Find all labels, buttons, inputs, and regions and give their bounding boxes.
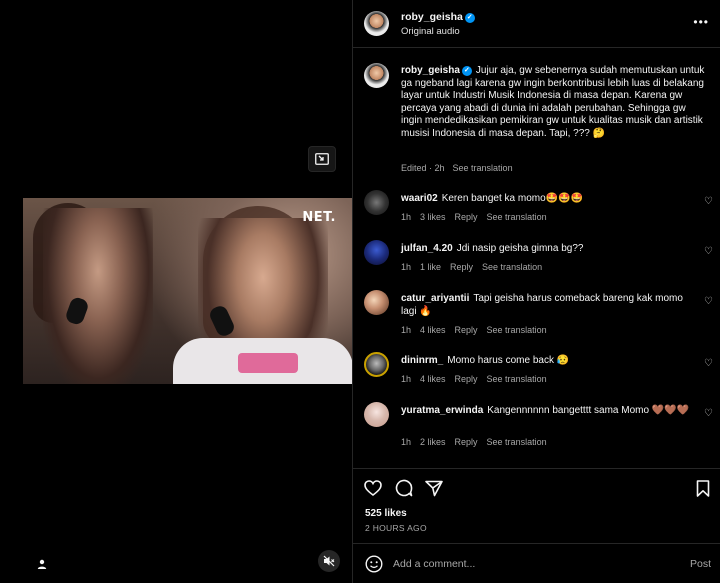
- see-translation-link[interactable]: See translation: [453, 163, 513, 173]
- comment-actions: 1h 4 likes Reply See translation: [401, 325, 556, 335]
- heart-icon: [364, 480, 382, 496]
- shirt-print: [238, 353, 298, 373]
- avatar[interactable]: [364, 63, 389, 88]
- reply-button[interactable]: Reply: [455, 374, 478, 384]
- post-comment-button[interactable]: Post: [690, 558, 711, 570]
- avatar[interactable]: [364, 240, 389, 265]
- comment-text: yuratma_erwinda Kangennnnnn bangetttt sam…: [401, 404, 691, 417]
- comment-username[interactable]: dininrm_: [401, 355, 443, 366]
- comment-actions: 1h 1 like Reply See translation: [401, 262, 551, 272]
- edited-time: Edited · 2h: [401, 163, 445, 173]
- comment-likes[interactable]: 1 like: [420, 262, 441, 272]
- speaker-muted-icon: [323, 555, 335, 567]
- caption-meta: Edited · 2h See translation: [401, 163, 521, 173]
- comment-username[interactable]: waari02: [401, 193, 438, 204]
- avatar[interactable]: [364, 352, 389, 377]
- caption-username[interactable]: roby_geisha ✓: [401, 65, 472, 76]
- caption-body: Jujur aja, gw sebenernya sudah memutuska…: [401, 65, 705, 139]
- more-icon[interactable]: •••: [693, 15, 709, 29]
- emoji-button[interactable]: [365, 555, 383, 573]
- comment-text: waari02 Keren banget ka momo🤩🤩🤩: [401, 192, 691, 205]
- video-player[interactable]: NET.: [23, 198, 352, 384]
- avatar[interactable]: [364, 11, 389, 36]
- reply-button[interactable]: Reply: [455, 212, 478, 222]
- comment-time: 1h: [401, 262, 412, 272]
- like-count[interactable]: 525 likes: [365, 508, 407, 519]
- mute-button[interactable]: [318, 550, 340, 572]
- original-audio-link[interactable]: Original audio: [401, 26, 460, 37]
- heart-icon[interactable]: ♡: [704, 196, 713, 207]
- reply-button[interactable]: Reply: [455, 325, 478, 335]
- comment-body: Momo harus come back 😥: [447, 355, 570, 366]
- channel-watermark: NET.: [302, 210, 336, 225]
- like-button[interactable]: [363, 478, 383, 498]
- comment-time: 1h: [401, 325, 412, 335]
- see-translation-link[interactable]: See translation: [482, 262, 542, 272]
- comment-likes[interactable]: 4 likes: [420, 325, 446, 335]
- comment-time: 1h: [401, 212, 412, 222]
- bookmark-icon: [696, 479, 710, 497]
- comment-likes[interactable]: 4 likes: [420, 374, 446, 384]
- picture-in-picture-icon: [315, 153, 329, 165]
- user-tag-icon: [37, 559, 47, 569]
- comment-body: Kangennnnnn bangetttt sama Momo 🤎🤎🤎: [487, 405, 690, 416]
- post-header: roby_geisha ✓ Original audio •••: [353, 0, 720, 48]
- reply-button[interactable]: Reply: [450, 262, 473, 272]
- post-side-panel: roby_geisha ✓ Original audio ••• roby_gei…: [352, 0, 720, 583]
- speech-bubble-icon: [395, 479, 413, 497]
- paper-plane-icon: [425, 480, 443, 496]
- avatar[interactable]: [364, 190, 389, 215]
- comment-composer: Post: [353, 543, 720, 583]
- comment-likes[interactable]: 2 likes: [420, 437, 446, 447]
- comment-text: dininrm_ Momo harus come back 😥: [401, 354, 691, 367]
- comment-text: julfan_4.20 Jdi nasip geisha gimna bg??: [401, 242, 691, 255]
- comment-text: catur_ariyantii Tapi geisha harus comebac…: [401, 292, 691, 318]
- see-translation-link[interactable]: See translation: [487, 374, 547, 384]
- comment-time: 1h: [401, 374, 412, 384]
- heart-icon[interactable]: ♡: [704, 246, 713, 257]
- avatar[interactable]: [364, 402, 389, 427]
- picture-in-picture-button[interactable]: [308, 146, 336, 172]
- see-translation-link[interactable]: See translation: [487, 437, 547, 447]
- comment-likes[interactable]: 3 likes: [420, 212, 446, 222]
- share-button[interactable]: [424, 478, 444, 498]
- heart-icon[interactable]: ♡: [704, 296, 713, 307]
- see-translation-link[interactable]: See translation: [487, 212, 547, 222]
- header-username[interactable]: roby_geisha ✓: [401, 11, 475, 23]
- comment-actions: 1h 4 likes Reply See translation: [401, 374, 556, 384]
- comment-input[interactable]: [393, 555, 643, 573]
- smiley-icon: [365, 555, 383, 573]
- save-button[interactable]: [693, 478, 713, 498]
- see-translation-link[interactable]: See translation: [487, 325, 547, 335]
- post-time: 2 HOURS AGO: [365, 523, 427, 533]
- heart-icon[interactable]: ♡: [704, 408, 713, 419]
- heart-icon[interactable]: ♡: [704, 358, 713, 369]
- post-action-bar: [353, 468, 720, 504]
- reply-button[interactable]: Reply: [455, 437, 478, 447]
- comment-time: 1h: [401, 437, 412, 447]
- tagged-users-button[interactable]: [32, 554, 52, 574]
- comment-body: Jdi nasip geisha gimna bg??: [456, 243, 584, 254]
- comment-username[interactable]: yuratma_erwinda: [401, 405, 483, 416]
- singer-left: [43, 208, 153, 384]
- verified-badge-icon: ✓: [461, 66, 472, 76]
- header-username-text[interactable]: roby_geisha: [401, 11, 463, 23]
- comment-button[interactable]: [394, 478, 414, 498]
- caption-username-text[interactable]: roby_geisha: [401, 65, 460, 76]
- media-pane: NET.: [0, 0, 352, 583]
- comment-actions: 1h 2 likes Reply See translation: [401, 437, 556, 447]
- comment-username[interactable]: catur_ariyantii: [401, 293, 469, 304]
- caption-text: roby_geisha ✓ Jujur aja, gw sebenernya sud…: [401, 65, 706, 140]
- comment-actions: 1h 3 likes Reply See translation: [401, 212, 556, 222]
- comment-body: Keren banget ka momo🤩🤩🤩: [441, 193, 584, 204]
- comment-username[interactable]: julfan_4.20: [401, 243, 453, 254]
- verified-badge-icon: ✓: [464, 13, 475, 23]
- avatar[interactable]: [364, 290, 389, 315]
